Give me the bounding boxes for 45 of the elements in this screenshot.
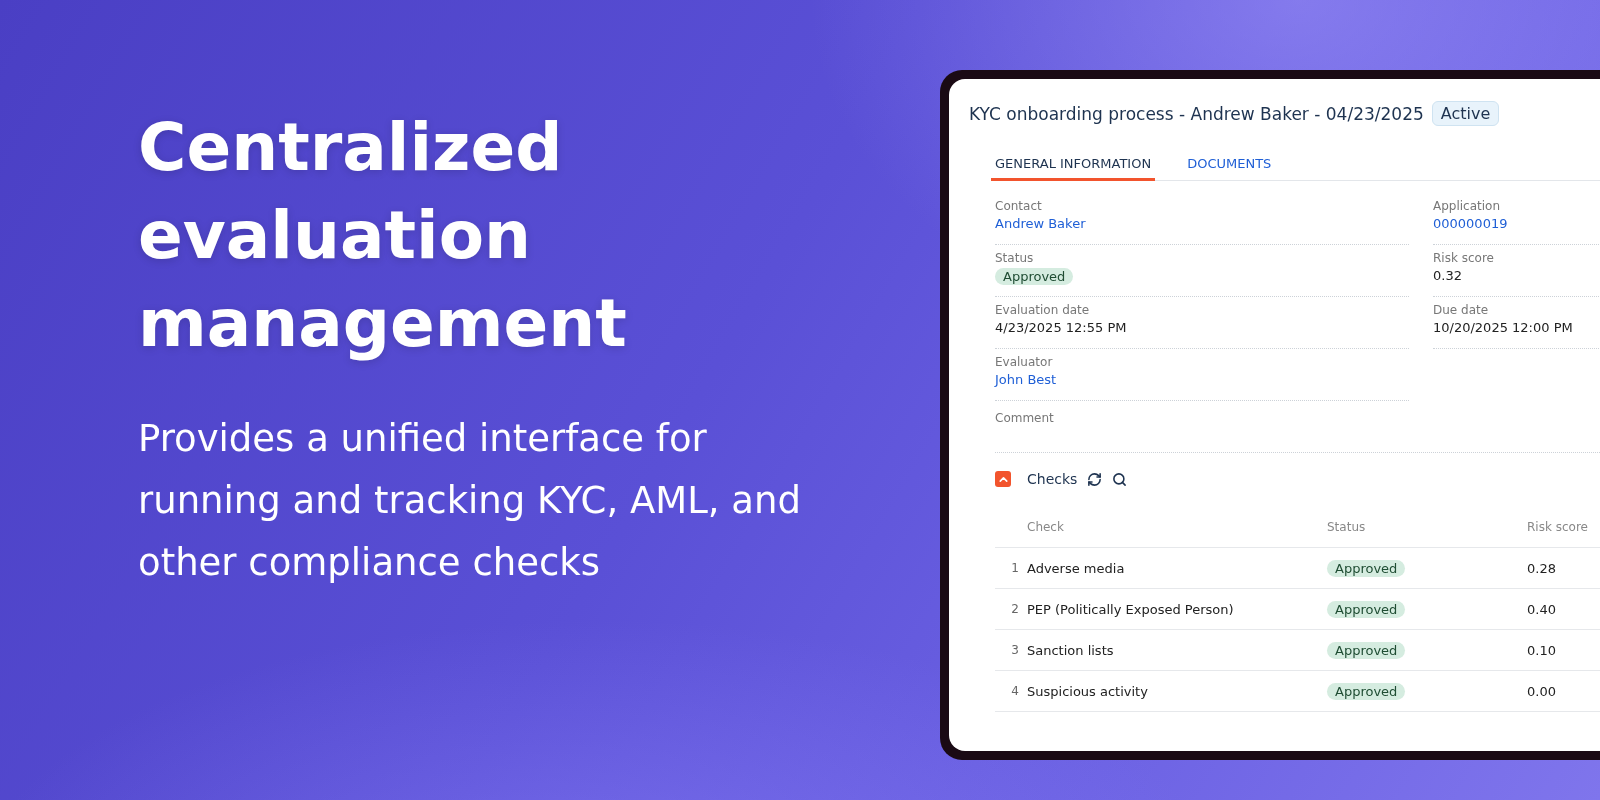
status-badge: Active bbox=[1431, 101, 1500, 126]
status-badge: Approved bbox=[1327, 682, 1406, 700]
column-header: Risk score bbox=[1527, 520, 1589, 534]
table-cell-text: 0.28 bbox=[1527, 560, 1557, 576]
collapse-button[interactable] bbox=[995, 471, 1011, 487]
row-number: 3 bbox=[1010, 643, 1020, 657]
field-label: Evaluator bbox=[995, 355, 1053, 369]
field-label: Status bbox=[995, 251, 1034, 265]
field-link[interactable]: Andrew Baker bbox=[995, 216, 1086, 231]
table-cell-text: Adverse media bbox=[1027, 560, 1126, 576]
status-badge: Approved bbox=[995, 268, 1074, 285]
search-icon[interactable] bbox=[1112, 471, 1128, 487]
field-label: Contact bbox=[995, 199, 1042, 213]
headline: Centralized evaluation management bbox=[138, 108, 628, 364]
comment-field[interactable]: Comment bbox=[995, 401, 1600, 453]
column-header: Status bbox=[1327, 520, 1367, 534]
row-number: 2 bbox=[1010, 602, 1020, 616]
row-number: 4 bbox=[1010, 684, 1020, 698]
table-cell-text: Sanction lists bbox=[1027, 642, 1115, 658]
field-value: 10/20/2025 12:00 PM bbox=[1433, 320, 1573, 335]
field-link[interactable]: 000000019 bbox=[1433, 216, 1508, 231]
table-cell-text: Suspicious activity bbox=[1027, 683, 1149, 699]
field-label: Application bbox=[1433, 199, 1501, 213]
table-cell-text: 0.10 bbox=[1527, 642, 1557, 658]
section-title: Checks bbox=[1027, 471, 1078, 487]
table-cell-text: PEP (Politically Exposed Person) bbox=[1027, 601, 1235, 617]
status-badge: Approved bbox=[1327, 559, 1406, 577]
field-label: Due date bbox=[1433, 303, 1489, 317]
table-cell-text: 0.40 bbox=[1527, 601, 1557, 617]
field-link[interactable]: John Best bbox=[995, 372, 1057, 387]
status-badge: Approved bbox=[1327, 641, 1406, 659]
row-number: 1 bbox=[1010, 561, 1020, 575]
tab[interactable]: GENERAL INFORMATION bbox=[991, 148, 1156, 181]
field-label: Risk score bbox=[1433, 251, 1494, 265]
field-value: 4/23/2025 12:55 PM bbox=[995, 320, 1127, 335]
tab[interactable]: DOCUMENTS bbox=[1183, 148, 1276, 181]
description: Provides a unified interface for running and tracking KYC, AML, and other compliance checks bbox=[138, 416, 802, 586]
table-cell-text: 0.00 bbox=[1527, 683, 1557, 699]
field-label: Comment bbox=[995, 411, 1054, 425]
field-label: Evaluation date bbox=[995, 303, 1090, 317]
column-header: Check bbox=[1027, 520, 1065, 534]
refresh-icon[interactable] bbox=[1087, 471, 1103, 487]
page-title: KYC onboarding process - Andrew Baker - 04/23/2025 bbox=[969, 103, 1424, 124]
field-value: 0.32 bbox=[1433, 268, 1462, 283]
status-badge: Approved bbox=[1327, 600, 1406, 618]
